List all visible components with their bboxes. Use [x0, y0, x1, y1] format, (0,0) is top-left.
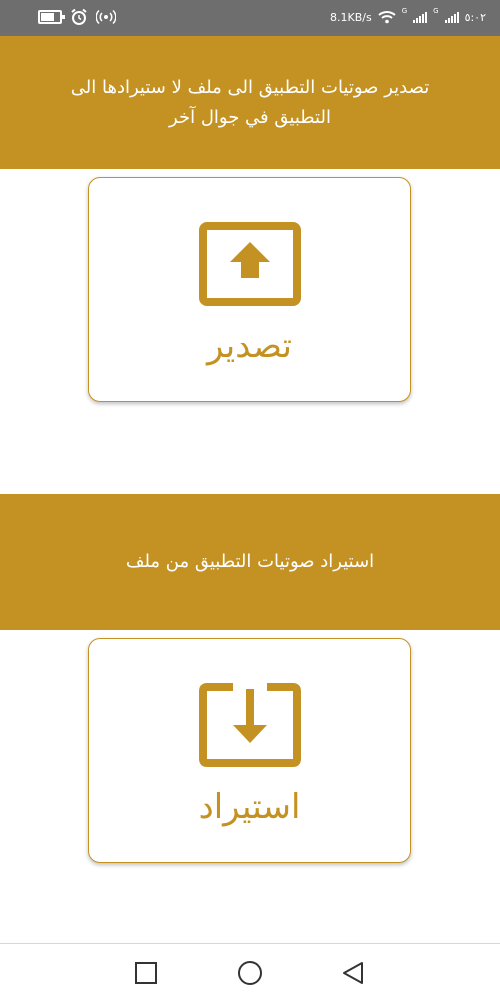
recents-square-icon[interactable] [133, 960, 159, 986]
import-button-label: استيراد [198, 787, 301, 827]
status-left-icons [38, 8, 116, 26]
sim2-network-type: G [433, 7, 439, 15]
sim1-network-type: G [401, 7, 408, 15]
wifi-icon [378, 11, 396, 24]
status-bar: 8.1KB/s G G ٥:٠٢ [0, 0, 500, 36]
export-button[interactable]: تصدير [88, 177, 411, 402]
signal-icon [444, 11, 459, 23]
hotspot-icon [96, 9, 116, 25]
status-right-icons: 8.1KB/s G G ٥:٠٢ [329, 7, 486, 24]
export-upload-icon [199, 222, 301, 306]
clock: ٥:٠٢ [464, 10, 486, 24]
battery-icon [38, 10, 65, 24]
import-description-banner: استيراد صوتيات التطبيق من ملف [0, 494, 500, 630]
network-speed: 8.1KB/s [329, 10, 372, 24]
import-description: استيراد صوتيات التطبيق من ملف [125, 551, 375, 572]
export-description-banner: تصدير صوتيات التطبيق الى ملف لا ستيرادها… [0, 36, 500, 169]
import-download-icon [199, 683, 301, 767]
export-button-label: تصدير [206, 326, 293, 366]
export-description: تصدير صوتيات التطبيق الى ملف لا ستيرادها… [70, 76, 430, 128]
import-button[interactable]: استيراد [88, 638, 411, 863]
home-circle-icon[interactable] [237, 960, 263, 986]
system-navigation-bar [0, 943, 500, 1001]
alarm-icon [71, 8, 87, 25]
back-triangle-icon[interactable] [340, 960, 366, 986]
signal-icon [413, 11, 428, 23]
